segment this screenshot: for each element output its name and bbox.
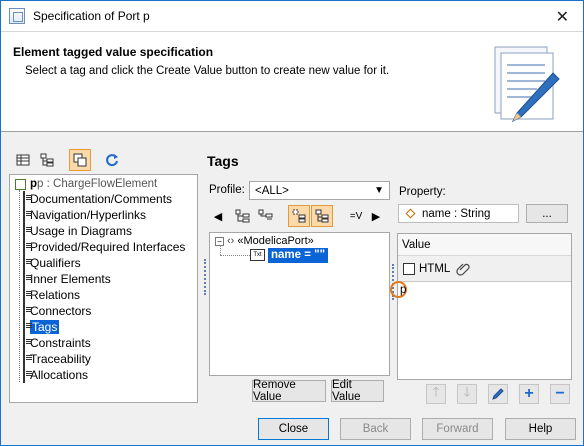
profile-value: <ALL> [255, 184, 289, 197]
tree-item-label: Allocations [30, 368, 89, 382]
close-window-icon[interactable]: ✕ [556, 7, 569, 27]
port-icon [15, 178, 26, 190]
tree-item-label: Usage in Diagrams [30, 224, 133, 238]
html-row: HTML [398, 256, 571, 282]
refresh-icon[interactable] [102, 150, 122, 170]
tree-item-label: Qualifiers [30, 256, 81, 270]
tree-item[interactable]: Documentation/Comments [21, 191, 173, 207]
tree-item[interactable]: Navigation/Hyperlinks [21, 207, 147, 223]
forward-button[interactable]: Forward [422, 418, 493, 440]
page-icon [23, 319, 25, 335]
tree-item[interactable]: Relations [21, 287, 81, 303]
page-icon [23, 287, 25, 303]
tree-item-label: Tags [30, 320, 60, 334]
page-icon [23, 351, 25, 367]
tree-item[interactable]: Connectors [21, 303, 92, 319]
tree-item-label: Documentation/Comments [30, 192, 173, 206]
header-heading: Element tagged value specification [13, 45, 214, 59]
page-icon [23, 271, 25, 287]
tree-item[interactable]: Usage in Diagrams [21, 223, 133, 239]
stereotype-node[interactable]: − ‹› «ModelicaPort» [215, 235, 314, 247]
property-value: name : String [422, 207, 491, 220]
page-icon [23, 239, 25, 255]
show-with-values-icon[interactable]: =V [344, 206, 368, 226]
move-down-icon[interactable]: 🡓 [457, 384, 477, 404]
edit-pencil-icon[interactable] [488, 384, 508, 404]
html-checkbox[interactable] [403, 262, 415, 275]
back-button[interactable]: Back [340, 418, 411, 440]
profile-select[interactable]: <ALL> ▼ [249, 181, 390, 200]
attachment-icon[interactable] [456, 261, 472, 277]
tree-item[interactable]: Allocations [21, 367, 89, 383]
add-value-icon[interactable]: + [519, 384, 539, 404]
page-icon [23, 255, 25, 271]
property-label: Property: [399, 186, 446, 198]
tree-item-label: Provided/Required Interfaces [30, 240, 186, 254]
title-bar: Specification of Port p ✕ [1, 1, 583, 31]
scroll-left-icon[interactable]: ◀ [213, 206, 223, 226]
header-description: Select a tag and click the Create Value … [25, 65, 390, 77]
property-field: name : String [398, 204, 519, 223]
value-text[interactable]: p [400, 284, 406, 296]
tags-title: Tags [207, 153, 239, 169]
remove-value-button[interactable]: Remove Value [252, 379, 326, 403]
tree-item[interactable]: Qualifiers [21, 255, 81, 271]
value-header: Value [398, 234, 571, 256]
tree-item[interactable]: Tags [21, 319, 60, 335]
help-button[interactable]: Help [505, 418, 576, 440]
tree-item-label: Traceability [30, 352, 91, 366]
window-title: Specification of Port p [33, 9, 150, 23]
property-browse-button[interactable]: ... [526, 204, 568, 223]
tree-item-label: Constraints [30, 336, 91, 350]
property-icon [405, 208, 416, 219]
expand-all-icon[interactable] [233, 206, 253, 226]
document-pen-icon [494, 46, 560, 123]
tree-item[interactable]: Provided/Required Interfaces [21, 239, 186, 255]
tree-item-label: Navigation/Hyperlinks [30, 208, 147, 222]
move-up-icon[interactable]: 🡑 [426, 384, 446, 404]
edit-value-button[interactable]: Edit Value [331, 379, 384, 403]
stereotype-label: «ModelicaPort» [237, 235, 314, 247]
tree-root-label: p : ChargeFlowElement [37, 178, 158, 190]
tree-item[interactable]: Inner Elements [21, 271, 111, 287]
profile-label: Profile: [209, 184, 245, 196]
collapse-all-icon[interactable] [256, 206, 276, 226]
page-icon [23, 223, 25, 239]
show-tree-icon[interactable] [288, 205, 310, 227]
chevron-down-icon: ▼ [374, 185, 384, 196]
value-panel: Value HTML p [390, 233, 572, 380]
grouped-view-icon[interactable] [69, 149, 91, 171]
tree-item[interactable]: Constraints [21, 335, 91, 351]
tree-item-label: Inner Elements [30, 272, 111, 286]
left-splitter[interactable] [204, 259, 206, 295]
list-view-icon[interactable] [13, 150, 33, 170]
scroll-right-icon[interactable]: ▶ [371, 206, 381, 226]
close-button[interactable]: Close [258, 418, 329, 440]
tags-tree: − ‹› «ModelicaPort» Txt name = "" [209, 232, 390, 376]
page-icon [23, 335, 25, 351]
header-panel: Element tagged value specification Selec… [1, 31, 583, 132]
tree-view-icon[interactable] [37, 150, 57, 170]
tree-item-label: Relations [30, 288, 81, 302]
tree-item[interactable]: Traceability [21, 351, 91, 367]
specification-window: Specification of Port p ✕ Element tagged… [0, 0, 584, 446]
group-by-stereotype-icon[interactable] [311, 205, 333, 227]
window-icon [9, 8, 25, 24]
remove-value-icon[interactable]: − [550, 384, 570, 404]
text-tag-icon: Txt [250, 249, 265, 261]
tree-connector [19, 190, 20, 382]
tree-item-label: Connectors [30, 304, 92, 318]
html-label: HTML [419, 262, 451, 275]
page-icon [23, 191, 25, 207]
tree-root[interactable]: pp : ChargeFlowElement [15, 176, 157, 192]
tag-name-item[interactable]: name = "" [268, 248, 329, 263]
page-icon [23, 207, 25, 223]
page-icon [23, 367, 25, 383]
page-icon [23, 303, 25, 319]
